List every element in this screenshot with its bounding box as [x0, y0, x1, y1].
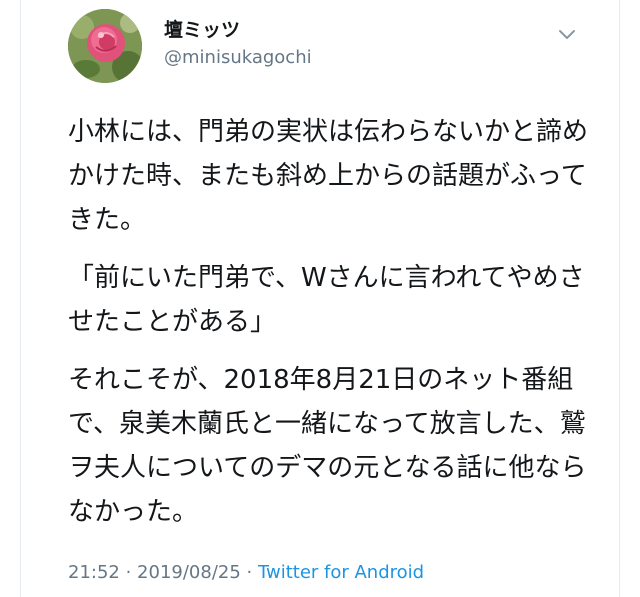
chevron-down-icon[interactable] — [555, 24, 579, 44]
user-handle[interactable]: @minisukagochi — [164, 46, 312, 70]
tweet-date[interactable]: 2019/08/25 — [137, 562, 241, 583]
display-name[interactable]: 壇ミッツ — [164, 18, 240, 42]
meta-separator: · — [240, 562, 258, 583]
tweet-paragraph: 「前にいた門弟で、Wさんに言われてやめさせたことがある」 — [68, 263, 585, 337]
tweet-paragraph: 小林には、門弟の実状は伝わらないかと諦めかけた時、またも斜め上からの話題がふって… — [68, 117, 589, 235]
tweet-card: 壇ミッツ @minisukagochi 小林には、門弟の実状は伝わらないかと諦め… — [20, 0, 620, 597]
rose-photo-avatar — [68, 9, 142, 83]
tweet-source-link[interactable]: Twitter for Android — [258, 562, 424, 583]
tweet-paragraph: それこそが、2018年8月21日のネット番組で、泉美木蘭氏と一緒になって放言した… — [68, 365, 587, 527]
avatar[interactable] — [68, 9, 142, 83]
tweet-text: 小林には、門弟の実状は伝わらないかと諦めかけた時、またも斜め上からの話題がふって… — [68, 110, 608, 548]
meta-separator: · — [119, 562, 138, 583]
tweet-time[interactable]: 21:52 — [68, 562, 120, 583]
tweet-meta: 21:52 · 2019/08/25 · Twitter for Android — [68, 560, 424, 586]
